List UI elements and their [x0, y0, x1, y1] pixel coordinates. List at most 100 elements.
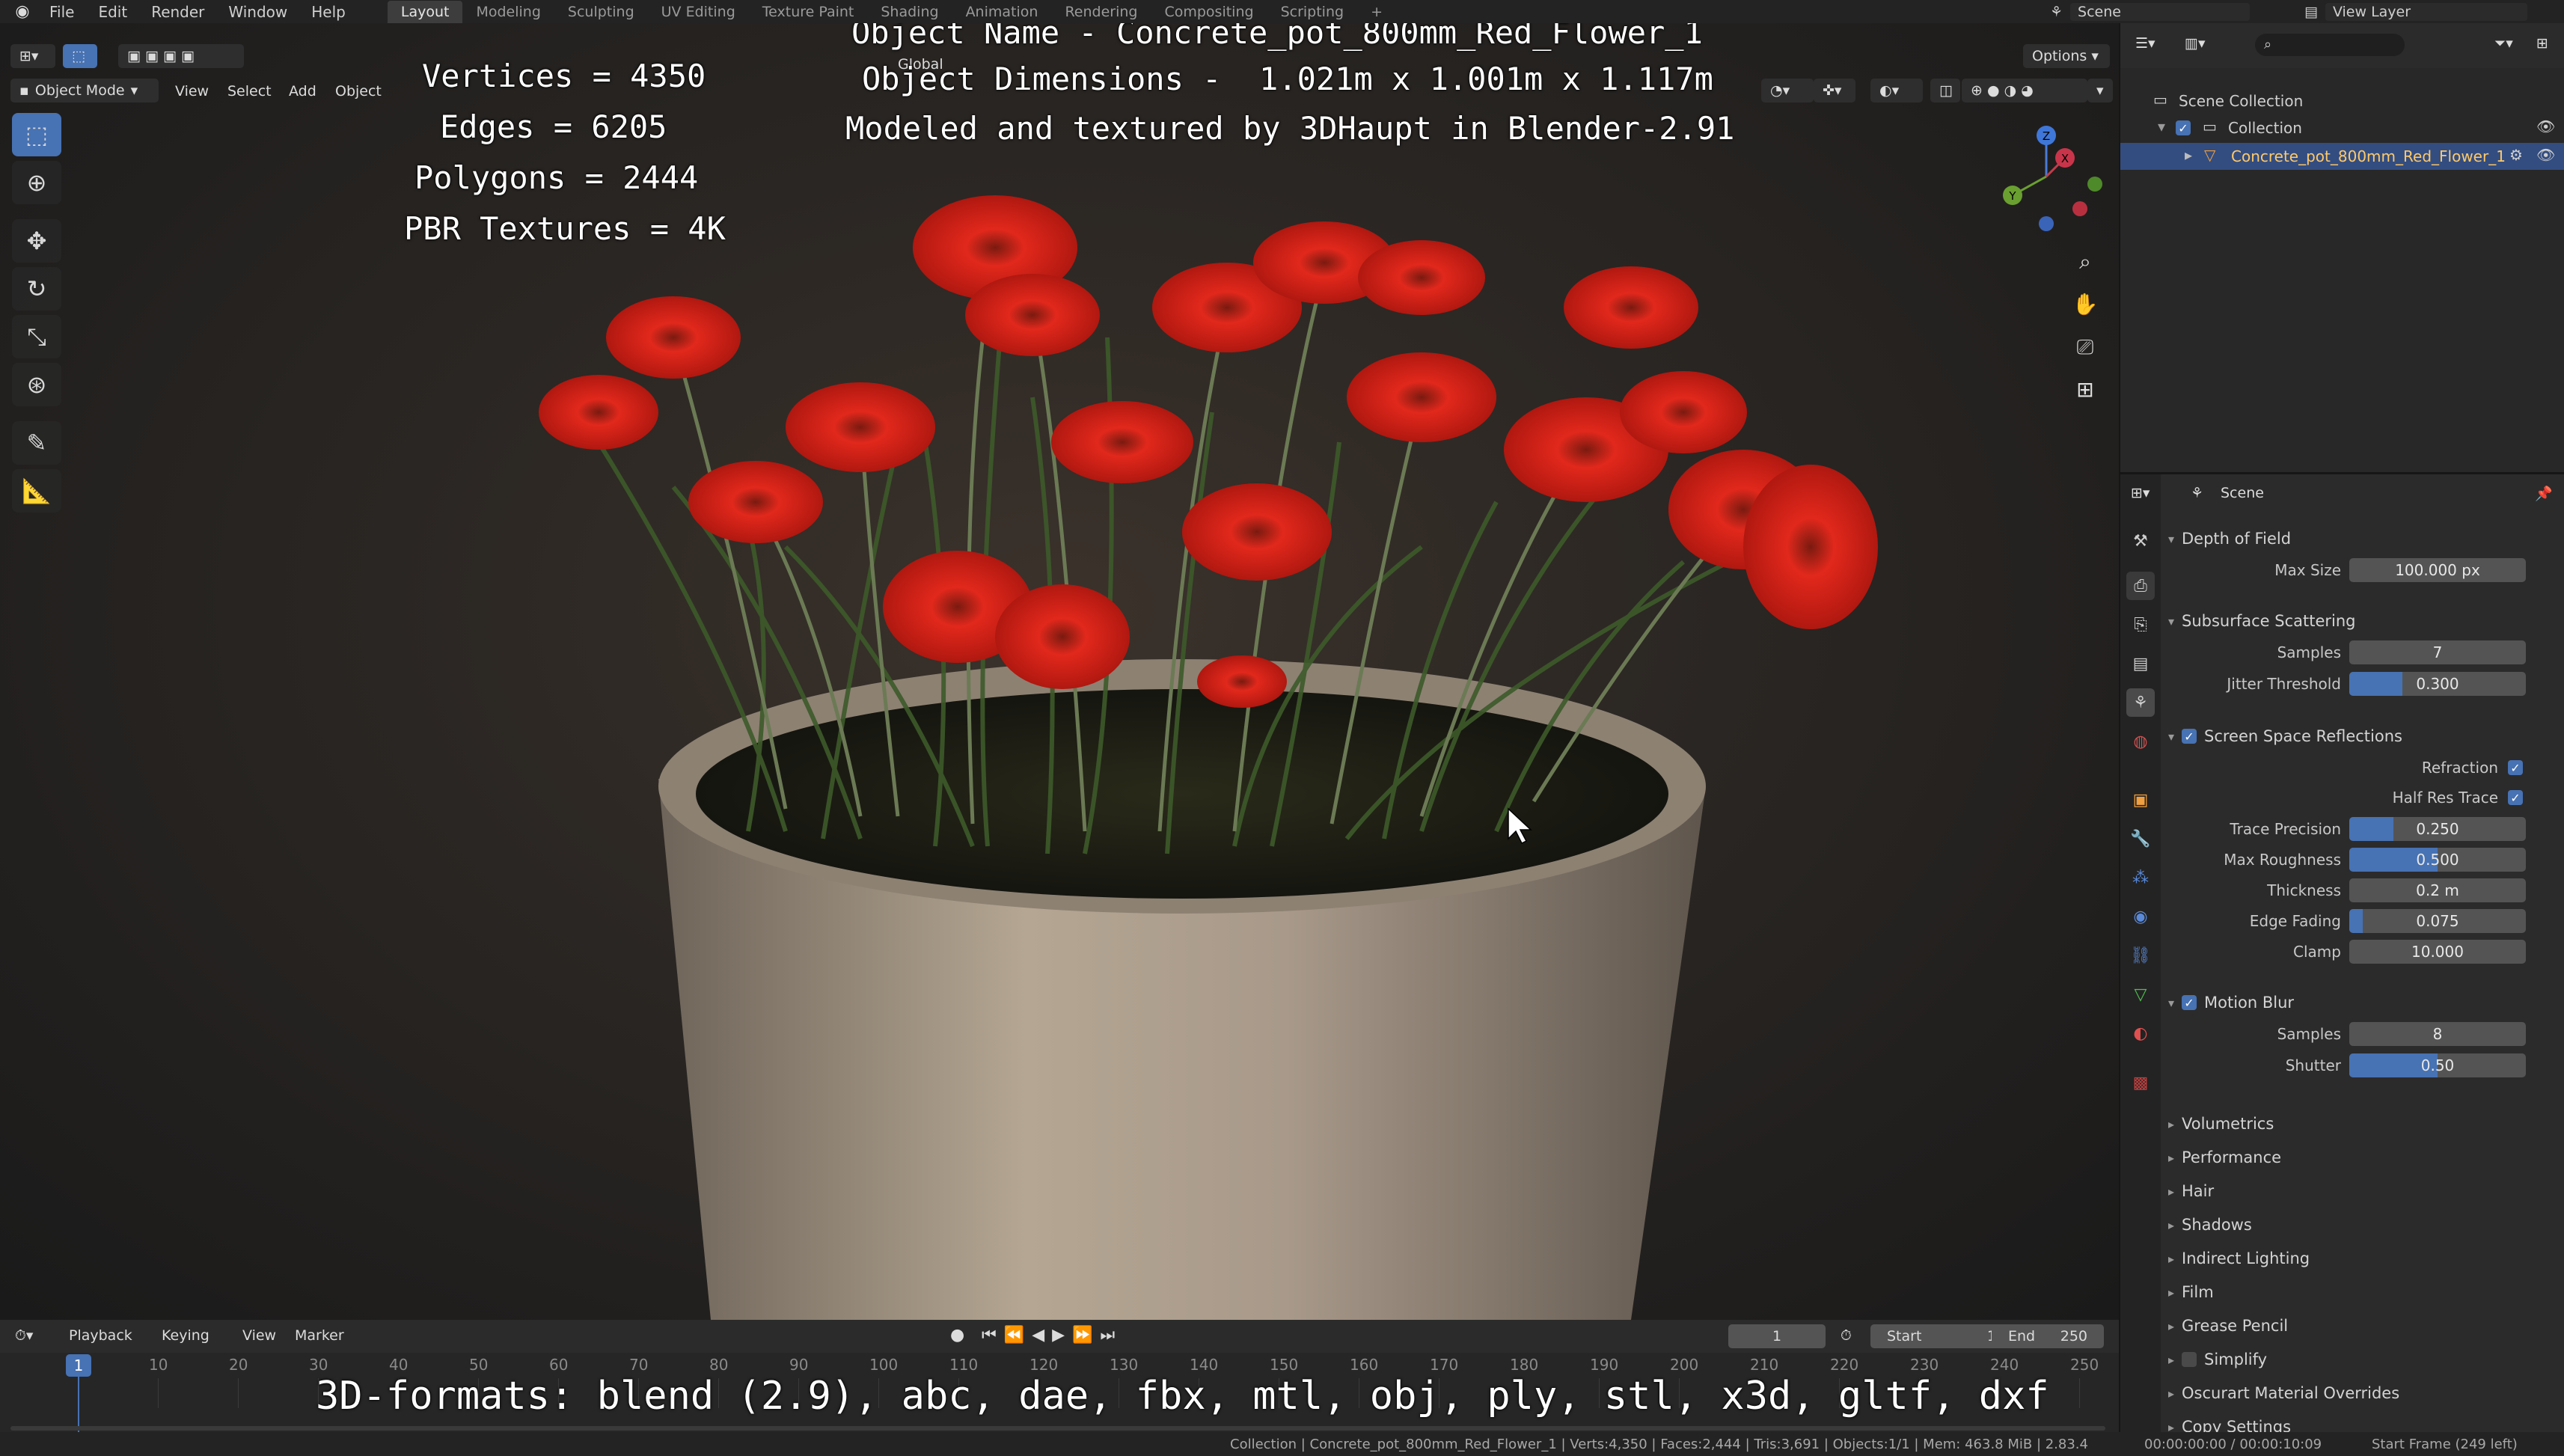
edge-fading-slider[interactable]: 0.075	[2349, 909, 2526, 933]
new-collection-icon[interactable]: ⊞	[2536, 35, 2548, 52]
outliner-search-input[interactable]: ⌕	[2255, 34, 2405, 56]
tab-layout[interactable]: Layout	[387, 0, 463, 23]
gizmo-toggle[interactable]: ✜▾	[1814, 79, 1855, 103]
menu-window[interactable]: Window	[216, 3, 299, 21]
tab-uv-editing[interactable]: UV Editing	[648, 1, 749, 23]
panel-volumetrics[interactable]: ▸ Volumetrics	[2161, 1109, 2564, 1139]
navigation-gizmo[interactable]: Z Y X	[1983, 113, 2110, 240]
tab-tool[interactable]: ⚒	[2126, 527, 2155, 555]
clamp-field[interactable]: 10.000	[2349, 940, 2526, 964]
playhead-line[interactable]	[78, 1377, 79, 1432]
panel-shadows[interactable]: ▸ Shadows	[2161, 1210, 2564, 1240]
shutter-slider[interactable]: 0.50	[2349, 1053, 2526, 1077]
current-frame-field[interactable]: 1	[1728, 1324, 1826, 1348]
tab-view-layer[interactable]: ▤	[2126, 649, 2155, 678]
3d-viewport[interactable]: ⊞▾ ⬚ ▣ ▣ ▣ ▣ ▪ Object Mode ▾ View Select A…	[0, 23, 2119, 1320]
tab-shading[interactable]: Shading	[867, 1, 952, 23]
outliner-row-scene-collection[interactable]: ▭ Scene Collection	[2120, 88, 2564, 114]
xray-toggle[interactable]: ◫	[1930, 79, 1960, 103]
menu-file[interactable]: File	[37, 3, 86, 21]
visibility-button[interactable]: ◔▾	[1761, 79, 1814, 103]
tab-scene[interactable]: ⚘	[2126, 688, 2155, 717]
measure-tool[interactable]: 📐	[12, 469, 61, 513]
cursor-tool[interactable]: ⊕	[12, 161, 61, 204]
scene-name[interactable]: Scene	[2070, 2, 2251, 21]
select-tool[interactable]: ⬚	[12, 113, 61, 156]
pan-button[interactable]: ✋	[2068, 287, 2102, 321]
panel-grease-pencil[interactable]: ▸ Grease Pencil	[2161, 1311, 2564, 1341]
perspective-toggle[interactable]: ⊞	[2068, 372, 2102, 406]
simplify-checkbox[interactable]	[2182, 1352, 2197, 1367]
timeline-menu-playback[interactable]: Playback	[69, 1327, 132, 1344]
half-res-trace-checkbox[interactable]: ✓	[2508, 790, 2523, 805]
tab-render[interactable]: ⎙	[2126, 572, 2155, 600]
viewport-menu-select[interactable]: Select	[227, 83, 272, 100]
eye-icon[interactable]: 👁	[2536, 146, 2555, 164]
panel-oscurart-material-overrides[interactable]: ▸ Oscurart Material Overrides	[2161, 1378, 2564, 1408]
panel-depth-of-field[interactable]: ▾ Depth of Field	[2161, 524, 2564, 554]
tab-animation[interactable]: Animation	[952, 1, 1052, 23]
motion-blur-enable-checkbox[interactable]: ✓	[2182, 995, 2197, 1010]
timeline-menu-keying[interactable]: Keying	[162, 1327, 209, 1344]
outliner-row-collection[interactable]: ▾ ✓ ▭ Collection 👁	[2120, 114, 2564, 141]
blender-logo-icon[interactable]: ◉	[7, 2, 37, 21]
pin-icon[interactable]: 📌	[2535, 485, 2553, 502]
menu-edit[interactable]: Edit	[86, 3, 139, 21]
move-tool[interactable]: ✥	[12, 219, 61, 263]
panel-simplify[interactable]: ▸ Simplify	[2161, 1345, 2564, 1374]
panel-screen-space-reflections[interactable]: ▾ ✓ Screen Space Reflections	[2161, 721, 2564, 751]
tab-constraints[interactable]: ⛓	[2126, 941, 2155, 970]
playback-controls-icon[interactable]: ⏮⏪◀▶⏩⏭	[982, 1326, 1122, 1345]
thickness-field[interactable]: 0.2 m	[2349, 878, 2526, 902]
panel-subsurface-scattering[interactable]: ▾ Subsurface Scattering	[2161, 606, 2564, 636]
zoom-button[interactable]: ⌕	[2068, 245, 2102, 279]
view-layer-name[interactable]: View Layer	[2325, 2, 2527, 21]
tab-texture-paint[interactable]: Texture Paint	[749, 1, 868, 23]
end-frame-field[interactable]: End 250	[1992, 1324, 2104, 1348]
view-layer-selector[interactable]: ▤ View Layer	[2304, 0, 2527, 23]
timeline-editor-type-icon[interactable]: ⏱▾	[15, 1327, 33, 1344]
timeline-menu-view[interactable]: View	[242, 1327, 276, 1344]
preview-range-icon[interactable]: ⏱	[1841, 1327, 1852, 1344]
tab-material[interactable]: ◐	[2126, 1019, 2155, 1047]
record-icon[interactable]: ●	[950, 1326, 964, 1345]
panel-film[interactable]: ▸ Film	[2161, 1277, 2564, 1307]
menu-render[interactable]: Render	[139, 3, 216, 21]
max-size-field[interactable]: 100.000 px	[2349, 558, 2526, 582]
playhead-frame[interactable]: 1	[66, 1354, 91, 1377]
motion-blur-samples-field[interactable]: 8	[2349, 1022, 2526, 1046]
options-dropdown[interactable]: Options ▾	[2023, 44, 2110, 68]
tab-particles[interactable]: ⁂	[2126, 863, 2155, 892]
tab-world[interactable]: ◍	[2126, 727, 2155, 756]
annotate-tool[interactable]: ✎	[12, 421, 61, 465]
scale-tool[interactable]: ⤡	[12, 315, 61, 358]
panel-hair[interactable]: ▸ Hair	[2161, 1176, 2564, 1206]
timeline-scrollbar[interactable]	[10, 1426, 2105, 1431]
tab-rendering[interactable]: Rendering	[1051, 1, 1151, 23]
rotate-tool[interactable]: ↻	[12, 267, 61, 311]
transform-tool[interactable]: ⊛	[12, 363, 61, 406]
jitter-threshold-slider[interactable]: 0.300	[2349, 672, 2526, 696]
tab-scripting[interactable]: Scripting	[1267, 1, 1358, 23]
tab-sculpting[interactable]: Sculpting	[554, 1, 648, 23]
menu-help[interactable]: Help	[299, 3, 358, 21]
sss-samples-field[interactable]: 7	[2349, 640, 2526, 664]
filter-icon[interactable]: ⏷▾	[2494, 35, 2513, 52]
max-roughness-slider[interactable]: 0.500	[2349, 848, 2526, 872]
panel-performance[interactable]: ▸ Performance	[2161, 1143, 2564, 1172]
tab-modeling[interactable]: Modeling	[462, 1, 554, 23]
properties-editor[interactable]: ⚒ ⎙ ⎘ ▤ ⚘ ◍ ▣ 🔧 ⁂ ◉ ⛓ ▽ ◐ ▩ ⊞▾ ⚘ Scene 📌…	[2119, 472, 2564, 1436]
tab-object[interactable]: ▣	[2126, 786, 2155, 814]
trace-precision-slider[interactable]: 0.250	[2349, 817, 2526, 841]
camera-view-button[interactable]: ⎚	[2068, 330, 2102, 364]
collection-exclude-checkbox[interactable]: ✓	[2176, 120, 2191, 135]
tab-texture[interactable]: ▩	[2126, 1068, 2155, 1097]
eye-icon[interactable]: 👁	[2536, 117, 2555, 135]
viewport-menu-add[interactable]: Add	[289, 83, 316, 100]
properties-editor-type-icon[interactable]: ⊞▾	[2131, 485, 2150, 501]
shading-options[interactable]: ▾	[2087, 79, 2113, 103]
select-box-mode-button[interactable]: ⬚	[63, 44, 97, 68]
shading-mode-buttons[interactable]: ⊕ ● ◑ ◕	[1962, 79, 2087, 103]
tab-output[interactable]: ⎘	[2126, 611, 2155, 639]
outliner-row-object[interactable]: ▸ ▽ Concrete_pot_800mm_Red_Flower_1 ⚙ 👁	[2120, 143, 2564, 170]
